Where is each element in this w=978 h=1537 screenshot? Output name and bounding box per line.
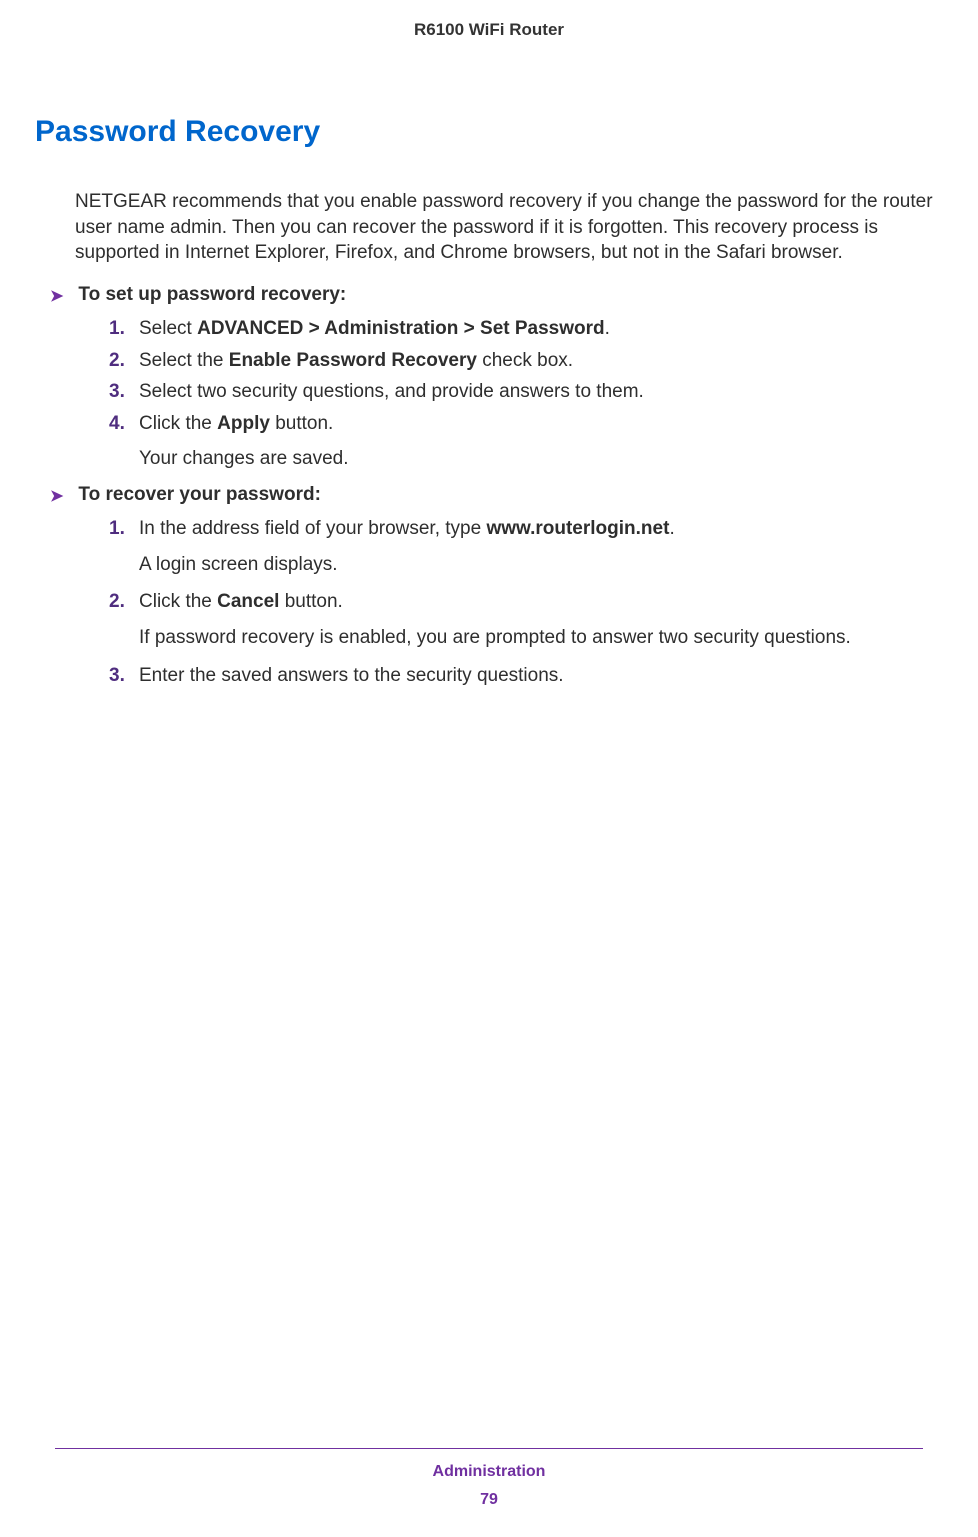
arrow-icon: ➤: [50, 486, 63, 506]
step-number: 1.: [109, 516, 139, 542]
procedure-1-steps: 1. Select ADVANCED > Administration > Se…: [109, 316, 943, 478]
procedure-2-steps: 1. In the address field of your browser,…: [109, 516, 943, 688]
step-text: Click the Apply button. Your changes are…: [139, 411, 943, 478]
step-text: Enter the saved answers to the security …: [139, 663, 943, 689]
step-number: 1.: [109, 316, 139, 342]
arrow-icon: ➤: [50, 286, 63, 306]
content-area: Password Recovery NETGEAR recommends tha…: [0, 40, 978, 688]
procedure-2-title: To recover your password:: [78, 484, 321, 506]
footer-chapter: Administration: [0, 1463, 978, 1481]
header-title: R6100 WiFi Router: [414, 20, 564, 39]
step-text: Select ADVANCED > Administration > Set P…: [139, 316, 943, 342]
step-result: If password recovery is enabled, you are…: [139, 625, 943, 651]
list-item: 3. Enter the saved answers to the securi…: [109, 663, 943, 689]
step-number: 2.: [109, 348, 139, 374]
step-result: A login screen displays.: [139, 552, 943, 578]
list-item: 1. Select ADVANCED > Administration > Se…: [109, 316, 943, 342]
list-item: 2. Select the Enable Password Recovery c…: [109, 348, 943, 374]
procedure-heading-1: ➤ To set up password recovery:: [50, 284, 943, 306]
list-item: 2. Click the Cancel button. If password …: [109, 589, 943, 656]
intro-paragraph: NETGEAR recommends that you enable passw…: [75, 189, 933, 266]
step-text: Select two security questions, and provi…: [139, 379, 943, 405]
step-number: 4.: [109, 411, 139, 437]
step-number: 2.: [109, 589, 139, 615]
list-item: 4. Click the Apply button. Your changes …: [109, 411, 943, 478]
footer-page-number: 79: [0, 1491, 978, 1509]
step-result: Your changes are saved.: [139, 446, 943, 472]
page-footer: Administration 79: [0, 1448, 978, 1509]
step-text: Click the Cancel button. If password rec…: [139, 589, 943, 656]
step-number: 3.: [109, 663, 139, 689]
step-text: Select the Enable Password Recovery chec…: [139, 348, 943, 374]
list-item: 1. In the address field of your browser,…: [109, 516, 943, 583]
section-title: Password Recovery: [35, 115, 943, 149]
procedure-heading-2: ➤ To recover your password:: [50, 484, 943, 506]
page-header: R6100 WiFi Router: [0, 0, 978, 40]
step-number: 3.: [109, 379, 139, 405]
list-item: 3. Select two security questions, and pr…: [109, 379, 943, 405]
step-text: In the address field of your browser, ty…: [139, 516, 943, 583]
footer-divider: [55, 1448, 923, 1449]
procedure-1-title: To set up password recovery:: [78, 284, 346, 306]
